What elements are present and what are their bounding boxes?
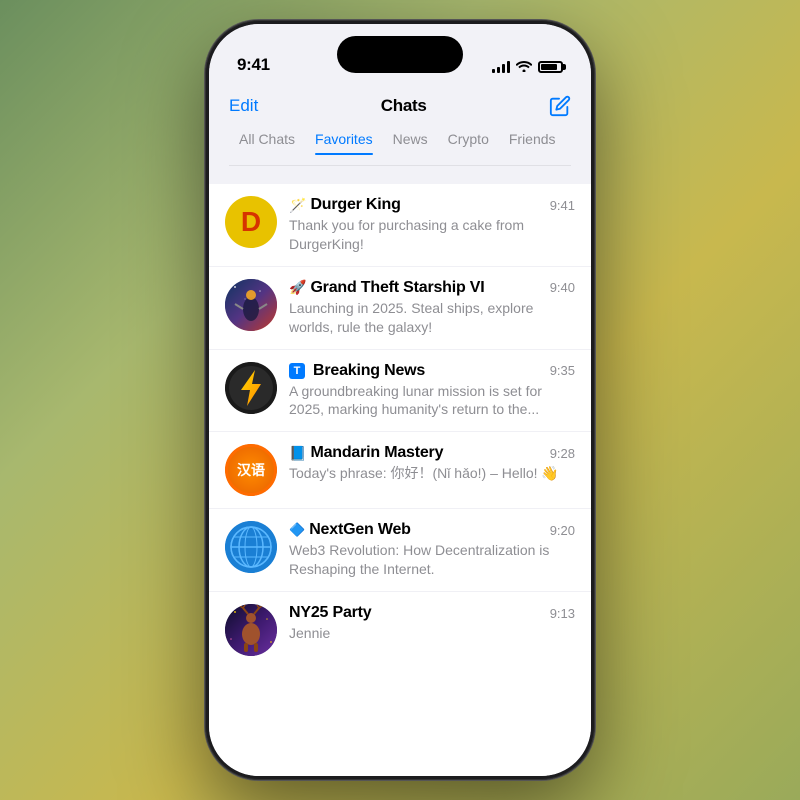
chat-content: 🚀 Grand Theft Starship VI 9:40 Launching… [289,279,575,337]
avatar [225,279,277,331]
avatar [225,604,277,656]
chat-time: 9:13 [550,606,575,621]
chat-content: 📘 Mandarin Mastery 9:28 Today's phrase: … [289,444,575,483]
list-item[interactable]: NY25 Party 9:13 Jennie [209,592,591,668]
chat-preview: Today's phrase: 你好！(Nǐ hǎo!) – Hello! 👋 [289,464,575,483]
avatar [225,521,277,573]
list-item[interactable]: 🔷 NextGen Web 9:20 Web3 Revolution: How … [209,509,591,592]
avatar: D [225,196,277,248]
chat-preview: Web3 Revolution: How Decentralization is… [289,541,575,579]
chat-content: NY25 Party 9:13 Jennie [289,604,575,643]
status-time: 9:41 [237,55,270,75]
chat-content: T Breaking News 9:35 A groundbreaking lu… [289,362,575,420]
chat-preview: A groundbreaking lunar mission is set fo… [289,382,575,420]
tab-news[interactable]: News [383,127,438,155]
chat-name: NY25 Party [289,604,372,622]
chat-name: Grand Theft Starship VI [310,279,484,297]
wifi-icon [516,59,532,75]
chat-icon: 📘 [289,445,306,462]
dynamic-island [337,36,463,73]
chat-preview: Thank you for purchasing a cake from Dur… [289,216,575,254]
tab-favorites[interactable]: Favorites [305,127,383,155]
chat-time: 9:41 [550,198,575,213]
chat-name: Durger King [310,196,400,214]
chat-name: NextGen Web [309,521,411,539]
signal-icon [492,61,510,73]
chat-content: 🪄 Durger King 9:41 Thank you for purchas… [289,196,575,254]
chat-list: D 🪄 Durger King 9:41 Thank you for purch… [209,184,591,776]
chat-content: 🔷 NextGen Web 9:20 Web3 Revolution: How … [289,521,575,579]
chat-preview: Jennie [289,624,575,643]
page-title: Chats [381,96,427,116]
tab-friends[interactable]: Friends [499,127,566,155]
chat-preview: Launching in 2025. Steal ships, explore … [289,299,575,337]
filter-tabs: All Chats Favorites News Crypto Friends [229,127,571,166]
phone-frame: 9:41 [205,20,595,780]
app-header: Edit Chats All Chats Favorites News Cryp… [209,83,591,166]
chat-time: 9:35 [550,363,575,378]
list-item[interactable]: 汉语 📘 Mandarin Mastery 9:28 Today's phras… [209,432,591,509]
edit-button[interactable]: Edit [229,96,258,116]
battery-icon [538,61,563,73]
chat-icon: 🚀 [289,279,306,296]
phone-screen: 9:41 [209,24,591,776]
avatar: 汉语 [225,444,277,496]
chat-icon: 🪄 [289,197,306,214]
list-item[interactable]: T Breaking News 9:35 A groundbreaking lu… [209,350,591,433]
chat-name: Breaking News [313,362,425,380]
chat-name: Mandarin Mastery [310,444,443,462]
list-item[interactable]: 🚀 Grand Theft Starship VI 9:40 Launching… [209,267,591,350]
tab-all-chats[interactable]: All Chats [229,127,305,155]
compose-button[interactable] [549,95,571,117]
tab-crypto[interactable]: Crypto [438,127,499,155]
list-item[interactable]: D 🪄 Durger King 9:41 Thank you for purch… [209,184,591,267]
chat-time: 9:40 [550,280,575,295]
chat-icon: 🔷 [289,522,305,538]
chat-time: 9:28 [550,446,575,461]
avatar [225,362,277,414]
status-icons [492,59,563,75]
chat-time: 9:20 [550,523,575,538]
chat-icon: T [289,363,305,379]
